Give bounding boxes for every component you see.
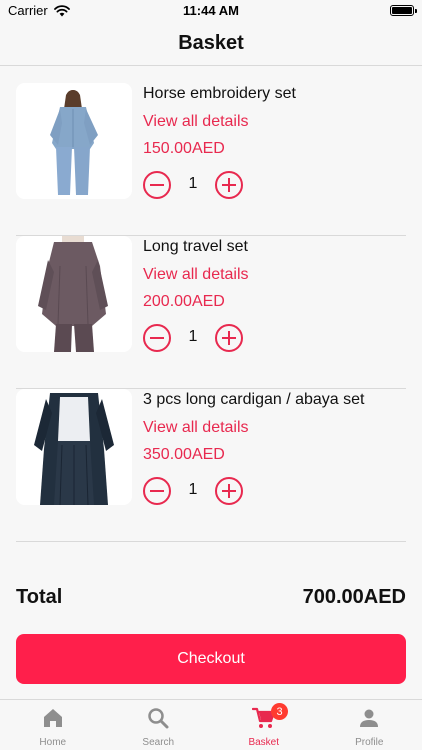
- tab-basket[interactable]: 3 Basket: [211, 700, 317, 750]
- product-name: Long travel set: [143, 238, 248, 255]
- decrease-quantity-button[interactable]: [143, 171, 171, 199]
- quantity-stepper: 1: [143, 477, 253, 505]
- tab-profile[interactable]: Profile: [317, 700, 422, 750]
- basket-item: Long travel set View all details 200.00A…: [16, 236, 406, 389]
- person-icon: [360, 709, 379, 727]
- increase-quantity-button[interactable]: [215, 171, 243, 199]
- tab-label: Basket: [248, 737, 280, 748]
- status-time: 11:44 AM: [183, 3, 239, 18]
- tab-label: Profile: [355, 737, 384, 748]
- basket-item: Horse embroidery set View all details 15…: [16, 83, 406, 236]
- tab-search[interactable]: Search: [106, 700, 212, 750]
- tab-label: Home: [39, 737, 67, 748]
- quantity-value: 1: [188, 175, 198, 192]
- product-name: Horse embroidery set: [143, 85, 296, 102]
- tab-label: Search: [142, 737, 175, 748]
- cart-count-badge: 3: [271, 703, 288, 720]
- quantity-stepper: 1: [143, 324, 253, 352]
- product-photo-denim-set: [16, 83, 132, 199]
- product-price: 150.00AED: [143, 140, 225, 157]
- total-amount: 700.00AED: [302, 586, 406, 608]
- product-image[interactable]: [16, 389, 132, 505]
- view-details-link[interactable]: View all details: [143, 266, 249, 284]
- home-icon: [43, 709, 62, 727]
- view-details-link[interactable]: View all details: [143, 113, 249, 131]
- product-image[interactable]: [16, 236, 132, 352]
- status-bar: Carrier 11:44 AM: [0, 0, 422, 22]
- quantity-stepper: 1: [143, 171, 253, 199]
- basket-item: 3 pcs long cardigan / abaya set View all…: [16, 389, 406, 542]
- product-price: 350.00AED: [143, 446, 225, 463]
- product-price: 200.00AED: [143, 293, 225, 310]
- product-image[interactable]: [16, 83, 132, 199]
- tab-bar: Home Search 3 Basket Profile: [0, 699, 422, 750]
- decrease-quantity-button[interactable]: [143, 324, 171, 352]
- navigation-bar: Basket: [0, 22, 422, 66]
- product-photo-cardigan-abaya-set: [16, 389, 132, 505]
- increase-quantity-button[interactable]: [215, 324, 243, 352]
- page-title: Basket: [178, 32, 244, 54]
- battery-icon: [390, 5, 417, 16]
- increase-quantity-button[interactable]: [215, 477, 243, 505]
- decrease-quantity-button[interactable]: [143, 477, 171, 505]
- quantity-value: 1: [188, 328, 198, 345]
- checkout-button[interactable]: Checkout: [16, 634, 406, 684]
- view-details-link[interactable]: View all details: [143, 419, 249, 437]
- search-icon: [148, 708, 169, 729]
- total-row: Total 700.00AED: [16, 586, 406, 612]
- product-name: 3 pcs long cardigan / abaya set: [143, 391, 365, 408]
- product-photo-travel-set: [16, 236, 132, 352]
- tab-home[interactable]: Home: [0, 700, 106, 750]
- quantity-value: 1: [188, 481, 198, 498]
- total-label: Total: [16, 586, 63, 608]
